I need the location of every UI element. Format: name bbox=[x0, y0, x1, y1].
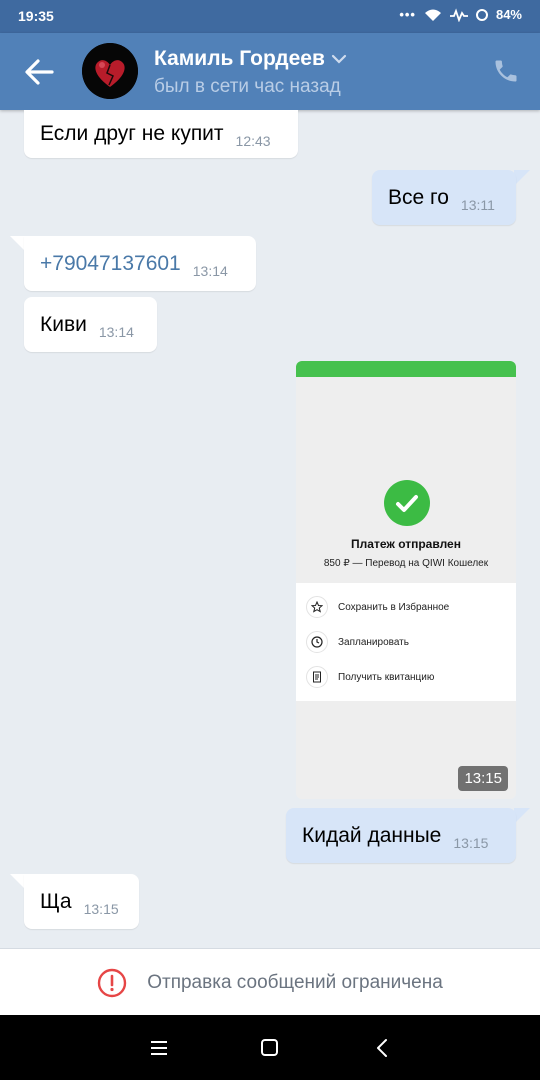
chat-header: Камиль Гордеев был в сети час назад bbox=[0, 33, 540, 110]
restriction-text: Отправка сообщений ограничена bbox=[147, 971, 443, 993]
message-list[interactable]: Если друг не купит 12:43 Все го 13:11 +7… bbox=[0, 110, 540, 948]
chevron-down-icon[interactable] bbox=[331, 54, 347, 64]
message-text: Если друг не купит bbox=[40, 122, 224, 145]
bubble-tail bbox=[514, 170, 530, 186]
message-time: 13:15 bbox=[83, 900, 119, 917]
message-time: 12:43 bbox=[235, 133, 271, 149]
message-bubble-in[interactable]: Киви 13:14 bbox=[24, 297, 157, 352]
star-icon bbox=[306, 596, 328, 618]
warning-circle-icon bbox=[98, 968, 127, 997]
message-bubble-in[interactable]: Если друг не купит 12:43 bbox=[24, 110, 298, 158]
payment-title: Платеж отправлен bbox=[351, 537, 461, 551]
menu-item-label: Получить квитанцию bbox=[338, 671, 435, 683]
wifi-icon bbox=[424, 9, 441, 21]
message-text: Ща bbox=[40, 889, 72, 913]
payment-menu: Сохранить в Избранное Запланировать Полу… bbox=[296, 583, 516, 701]
payment-subtitle: 850 ₽ — Перевод на QIWI Кошелек bbox=[323, 558, 489, 569]
phone-call-icon[interactable] bbox=[492, 57, 520, 85]
menu-item-favorite: Сохранить в Избранное bbox=[306, 595, 449, 619]
message-bubble-out[interactable]: Все го 13:11 bbox=[372, 170, 516, 225]
contact-name-text: Камиль Гордеев bbox=[154, 47, 325, 70]
battery-icon bbox=[475, 8, 488, 21]
message-time: 13:11 bbox=[460, 196, 495, 213]
status-time: 19:35 bbox=[18, 8, 54, 24]
message-time: 13:15 bbox=[453, 834, 489, 851]
menu-item-label: Запланировать bbox=[338, 636, 409, 648]
receipt-icon bbox=[306, 666, 328, 688]
image-status-bar bbox=[296, 361, 516, 377]
image-message[interactable]: Платеж отправлен 850 ₽ — Перевод на QIWI… bbox=[296, 361, 516, 799]
system-nav-bar bbox=[0, 1015, 540, 1080]
menu-icon[interactable] bbox=[146, 1035, 172, 1061]
heart-avatar-icon bbox=[82, 43, 138, 99]
message-bubble-in[interactable]: +79047137601 13:14 bbox=[24, 236, 256, 291]
battery-level: 84% bbox=[495, 7, 522, 22]
status-bar: 19:35 ••• 84% bbox=[0, 0, 540, 33]
more-dots-icon: ••• bbox=[399, 7, 416, 22]
image-time-stamp: 13:15 bbox=[458, 766, 508, 791]
activity-icon bbox=[449, 7, 468, 22]
message-time: 13:14 bbox=[98, 323, 134, 340]
check-circle-icon bbox=[384, 480, 430, 526]
back-nav-icon[interactable] bbox=[370, 1035, 396, 1061]
message-text: Все го bbox=[388, 185, 449, 209]
messaging-restricted-banner: Отправка сообщений ограничена bbox=[0, 948, 540, 1016]
message-text: Кидай данные bbox=[302, 823, 442, 847]
menu-item-label: Сохранить в Избранное bbox=[338, 601, 450, 613]
contact-name[interactable]: Камиль Гордеев bbox=[154, 47, 347, 71]
message-bubble-out[interactable]: Кидай данные 13:15 bbox=[286, 808, 516, 863]
menu-item-receipt: Получить квитанцию bbox=[306, 665, 434, 689]
message-time: 13:14 bbox=[192, 262, 228, 279]
message-text: Киви bbox=[40, 312, 87, 336]
status-icons: ••• 84% bbox=[399, 7, 522, 22]
bubble-tail bbox=[514, 808, 530, 824]
home-icon[interactable] bbox=[257, 1035, 283, 1061]
phone-number-link[interactable]: +79047137601 bbox=[40, 252, 181, 276]
avatar[interactable] bbox=[82, 43, 138, 99]
clock-icon bbox=[306, 631, 328, 653]
menu-item-schedule: Запланировать bbox=[306, 630, 409, 654]
message-bubble-in[interactable]: Ща 13:15 bbox=[24, 874, 139, 929]
back-arrow-icon[interactable] bbox=[22, 57, 56, 87]
contact-status: был в сети час назад bbox=[154, 76, 341, 97]
